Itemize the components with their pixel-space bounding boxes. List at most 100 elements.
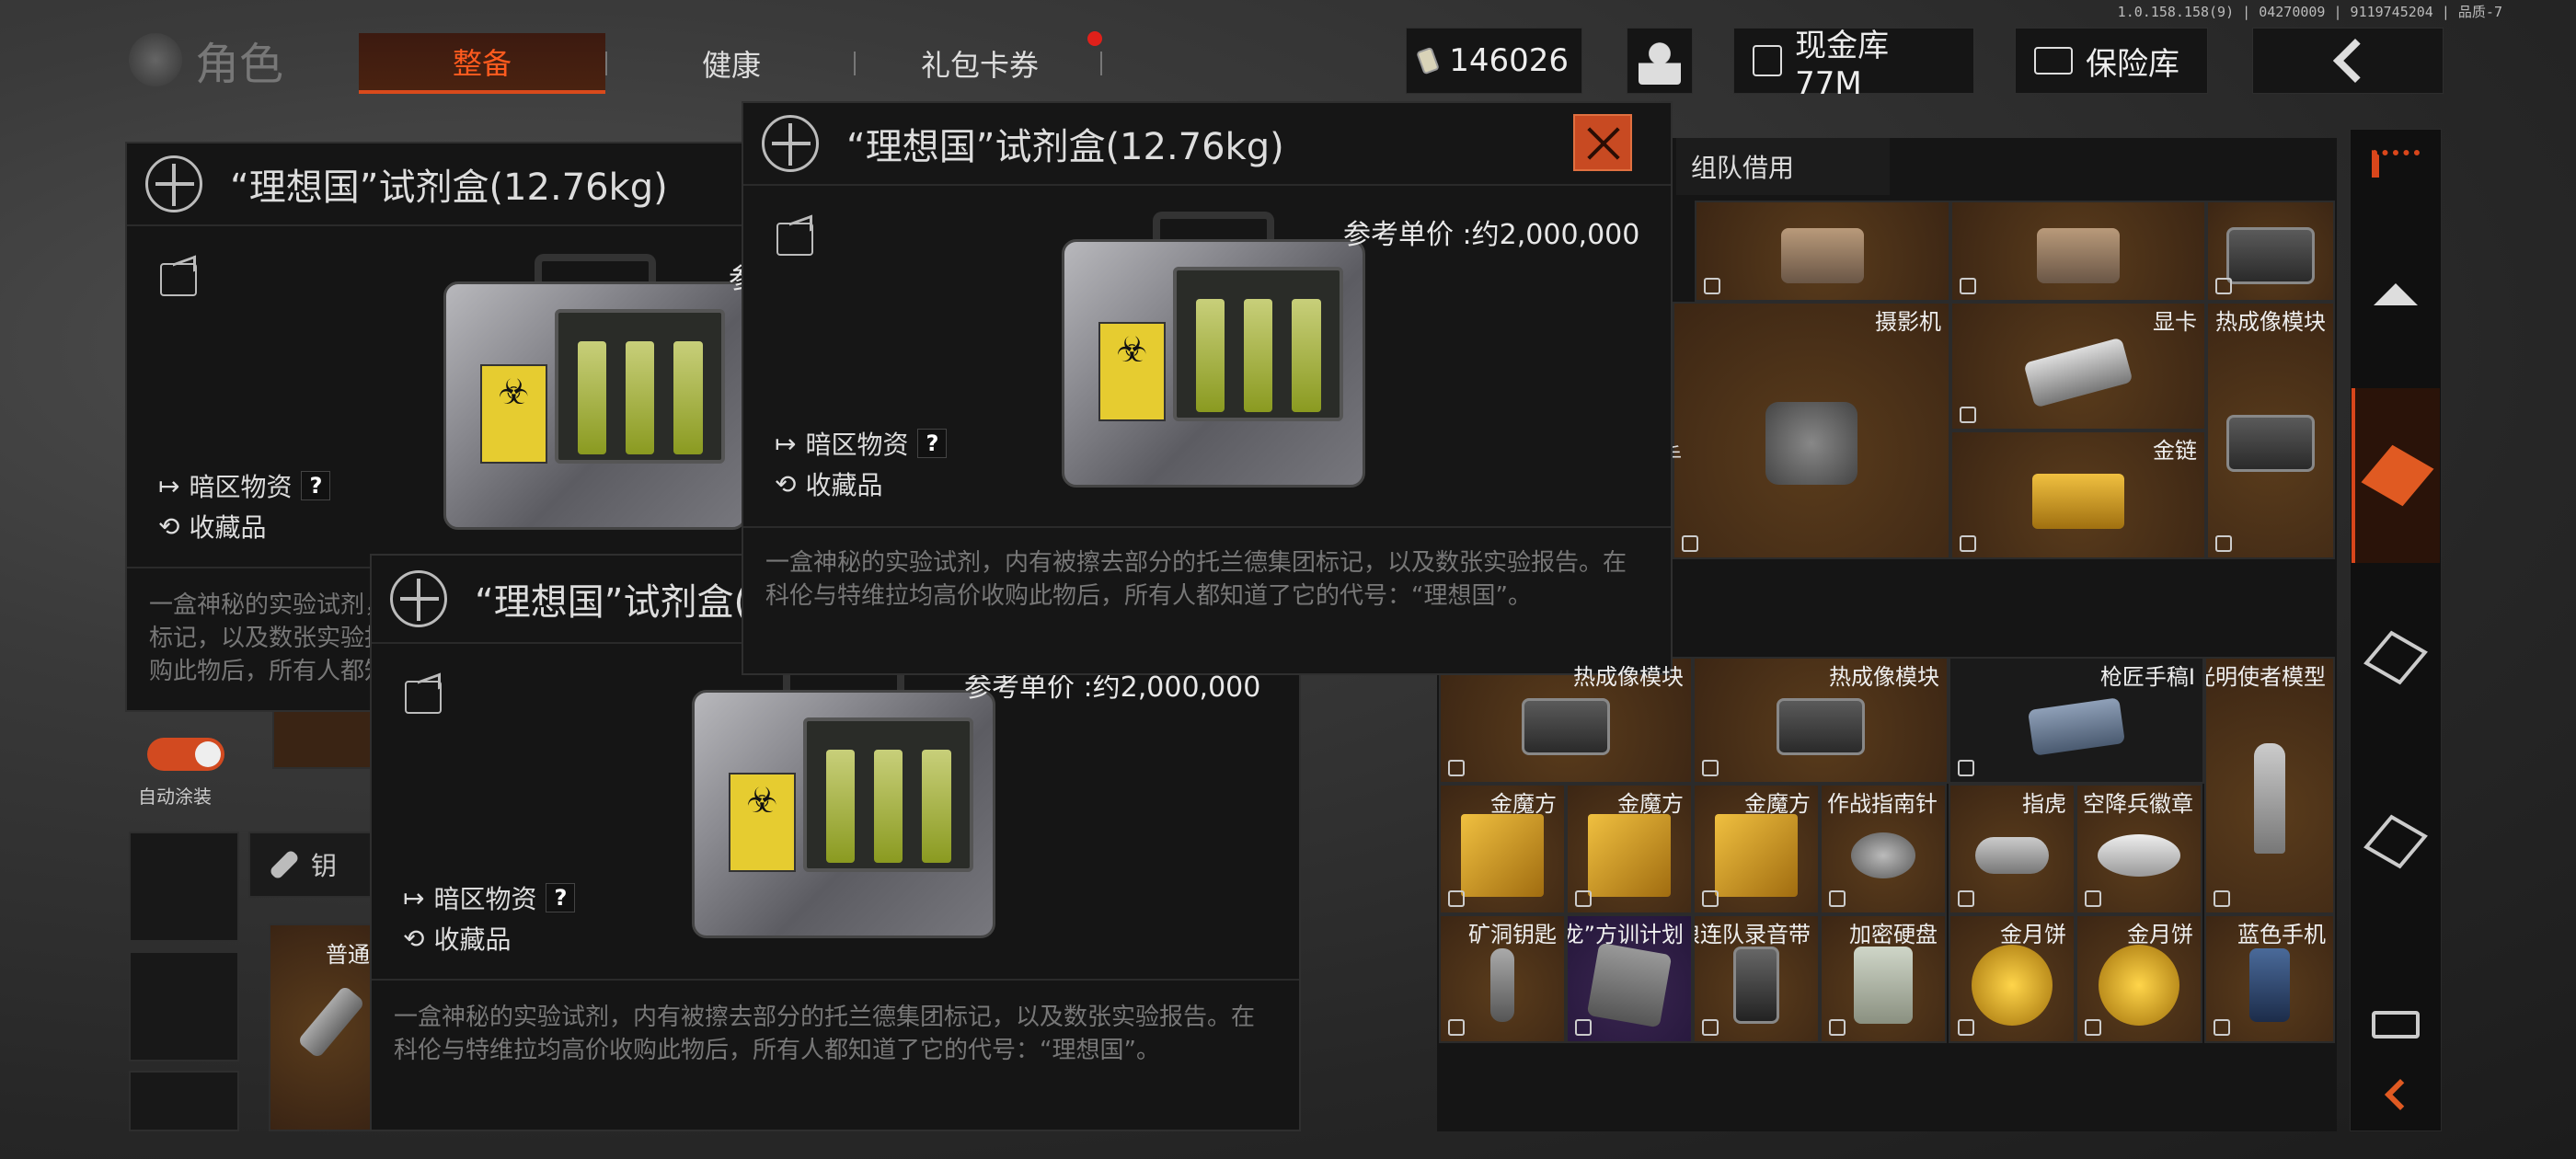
item-name: 热成像模块	[1829, 664, 1939, 690]
collapse-button[interactable]	[2352, 1065, 2440, 1124]
inventory-item[interactable]: 矿洞钥匙	[1439, 914, 1566, 1043]
agent-button[interactable]	[1627, 28, 1693, 94]
item-name: 金月饼	[2127, 922, 2193, 947]
sort-icon	[2372, 150, 2420, 178]
item-name: 光明使者模型	[2204, 664, 2326, 690]
case-handle	[535, 254, 656, 281]
keyboard-nav-button[interactable]	[2352, 999, 2440, 1050]
item-marker-icon	[1702, 1019, 1719, 1036]
safe-icon	[2034, 47, 2073, 75]
item-name: 作战指南针	[1827, 791, 1938, 817]
collectible-icon: ⟲	[775, 468, 797, 499]
key-slot[interactable]: 钥	[248, 832, 377, 898]
inventory-item[interactable]: 作战指南针	[1820, 784, 1947, 914]
inventory-item[interactable]: 金链	[1950, 430, 2206, 559]
case-window	[555, 309, 725, 464]
biohazard-label	[729, 773, 796, 872]
help-icon[interactable]: ?	[546, 883, 576, 912]
item-name: “科伦之龙”方训计划	[1568, 922, 1684, 947]
item-marker-icon	[1702, 760, 1719, 776]
inventory-item[interactable]: 金月饼	[2076, 914, 2202, 1043]
globe-icon	[129, 33, 182, 86]
inventory-item[interactable]: 枪匠手稿I	[1949, 657, 2204, 784]
badge-icon	[2098, 833, 2180, 877]
inventory-item[interactable]: 摄影机	[1673, 302, 1950, 559]
vault-icon	[1753, 45, 1783, 76]
item-slot[interactable]	[272, 708, 374, 769]
tab-equip[interactable]: 整备	[359, 33, 605, 94]
item-name: 热成像模块	[2215, 309, 2326, 335]
inventory-item[interactable]: 加密硬盘	[1820, 914, 1947, 1043]
item-name: 加密硬盘	[1849, 922, 1938, 947]
cube-icon	[1715, 813, 1798, 897]
item-detail-panel-front: “理想国”试剂盒(12.76kg) 参考单价 :约2,000,000 ↦ 暗区物资…	[742, 101, 1673, 675]
reagent-case-image	[692, 662, 995, 938]
inventory-item[interactable]: 金魔方	[1439, 784, 1566, 914]
storage-nav-button-2[interactable]	[2352, 791, 2440, 892]
auto-paint-toggle[interactable]	[147, 738, 224, 771]
tab-gift-coupons[interactable]: 礼包卡券	[865, 33, 1095, 94]
storage-nav-button[interactable]	[2352, 607, 2440, 708]
inventory-item[interactable]: “科伦之龙”方训计划	[1566, 914, 1693, 1043]
item-description: 一盒神秘的实验试剂，内有被擦去部分的托兰德集团标记，以及数张实验报告。在科伦与特…	[394, 1004, 1256, 1064]
inventory-item[interactable]	[1695, 201, 1950, 302]
item-slot-label: 普通	[326, 942, 370, 968]
item-name: 金月饼	[2000, 922, 2066, 947]
globe-icon	[145, 155, 202, 212]
inventory-item[interactable]: 热成像模块	[1693, 657, 1949, 784]
item-slot[interactable]: 普通	[269, 924, 379, 1131]
share-icon[interactable]	[405, 681, 442, 714]
tab-health[interactable]: 健康	[616, 33, 846, 94]
biohazard-label	[480, 364, 547, 464]
inventory-item[interactable]: 金魔方	[1566, 784, 1693, 914]
panel-header: “理想国”试剂盒(12.76kg)	[743, 103, 1671, 186]
phone-icon	[2249, 947, 2290, 1022]
inventory-item[interactable]	[1950, 201, 2206, 302]
collectible-label: 收藏品	[189, 512, 267, 543]
thermal-icon	[1777, 697, 1865, 755]
item-marker-icon	[1958, 760, 1974, 776]
inventory-item[interactable]: 白狼连队录音带	[1693, 914, 1820, 1043]
cash-vault-button[interactable]: 现金库 77M	[1733, 28, 1974, 102]
back-button[interactable]	[2252, 28, 2444, 94]
help-icon[interactable]: ?	[301, 471, 331, 500]
item-name: 热成像模块	[1573, 664, 1684, 690]
inventory-item[interactable]: 光明使者模型	[2204, 657, 2335, 914]
sort-button[interactable]	[2352, 138, 2440, 189]
share-icon[interactable]	[160, 263, 197, 296]
item-name: 矿洞钥匙	[1468, 922, 1557, 947]
collectible-tag: ⟲ 收藏品	[403, 920, 511, 957]
inventory-item[interactable]: 热成像模块	[2206, 302, 2335, 559]
inventory-item[interactable]: 热成像模块	[1439, 657, 1693, 784]
inventory-item[interactable]: 蓝色手机	[2204, 914, 2335, 1043]
gpu-icon	[2023, 337, 2133, 408]
sidebar-slot[interactable]	[129, 1071, 239, 1131]
darkzone-tag: ↦ 暗区物资?	[158, 467, 331, 504]
item-name: 金魔方	[1744, 791, 1811, 817]
sidebar-slot[interactable]	[129, 951, 239, 1061]
backpack-nav-button[interactable]	[2352, 388, 2440, 563]
team-borrow-tab[interactable]: 组队借用	[1676, 138, 1890, 195]
inventory-item[interactable]: 空降兵徽章	[2076, 784, 2202, 914]
darkzone-label: 暗区物资	[805, 430, 909, 460]
collectible-label: 收藏品	[805, 470, 883, 500]
safe-button[interactable]: 保险库	[2015, 28, 2208, 94]
paper-icon	[2028, 696, 2125, 756]
inventory-item[interactable]: 指虎	[1949, 784, 2076, 914]
key-icon	[1490, 947, 1514, 1022]
item-marker-icon	[1448, 760, 1465, 776]
inventory-item[interactable]	[2206, 201, 2335, 302]
sidebar-slot[interactable]	[129, 832, 239, 942]
help-icon[interactable]: ?	[917, 429, 948, 458]
home-nav-button[interactable]	[2352, 248, 2440, 340]
inventory-item[interactable]: 金月饼	[1949, 914, 2076, 1043]
keyboard-icon	[2372, 1011, 2420, 1039]
team-borrow-label: 组队借用	[1691, 153, 1795, 183]
share-icon[interactable]	[776, 223, 813, 256]
vial	[625, 340, 655, 454]
close-button[interactable]	[1573, 114, 1632, 171]
inventory-item[interactable]: 显卡	[1950, 302, 2206, 430]
item-name: 金魔方	[1490, 791, 1557, 817]
inventory-item[interactable]: 金魔方	[1693, 784, 1820, 914]
item-name: 蓝色手机	[2237, 922, 2326, 947]
